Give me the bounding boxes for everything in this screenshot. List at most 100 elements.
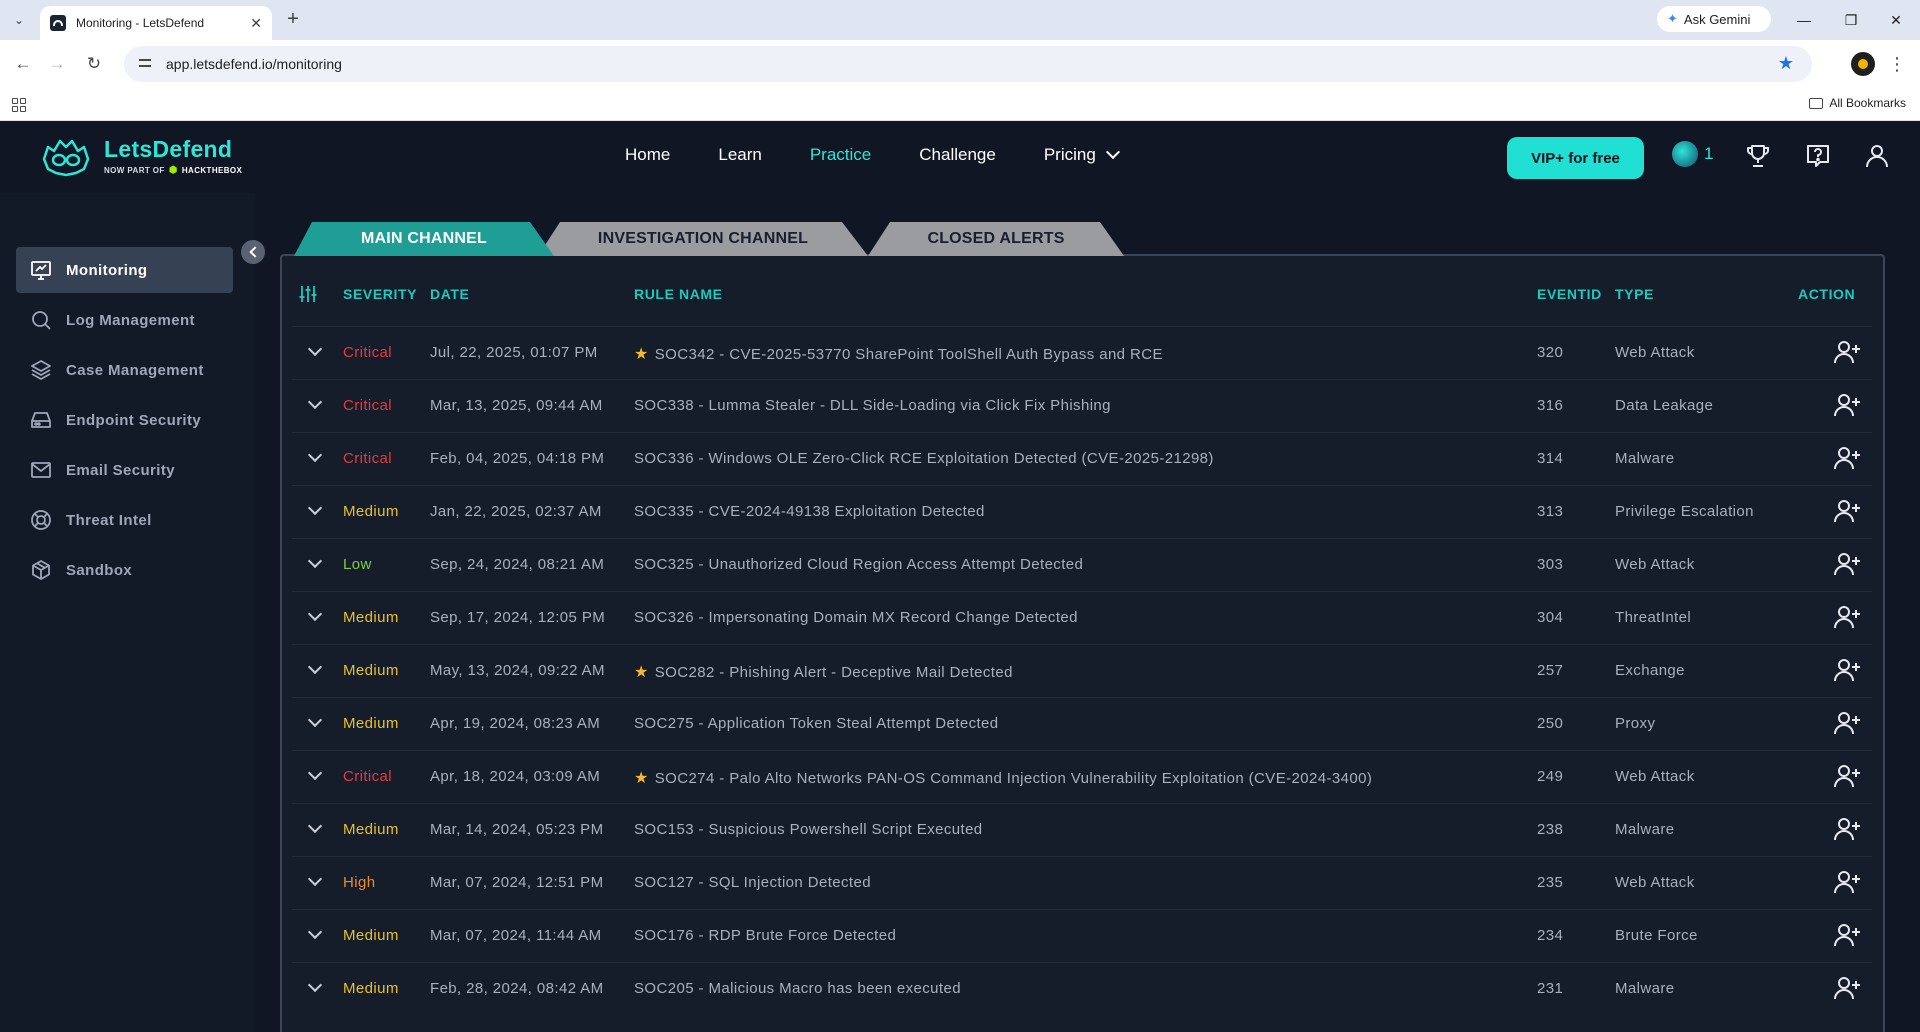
bookmark-star-icon[interactable]: ★	[1778, 53, 1794, 74]
tab-investigation-channel[interactable]: INVESTIGATION CHANNEL	[538, 222, 868, 256]
forward-arrow-icon[interactable]: →	[45, 52, 69, 76]
expand-row-chevron-icon[interactable]	[307, 765, 323, 781]
expand-row-chevron-icon[interactable]	[307, 924, 323, 940]
table-row[interactable]: Critical Jul, 22, 2025, 01:07 PM ★ SOC342 -…	[292, 326, 1872, 379]
address-bar[interactable]: app.letsdefend.io/monitoring ★	[124, 46, 1812, 82]
help-icon[interactable]	[1805, 143, 1831, 169]
tab-search-button[interactable]: ⌄	[7, 8, 31, 32]
header-eventid[interactable]: EVENTID	[1537, 286, 1602, 302]
trophy-icon[interactable]	[1745, 143, 1771, 169]
rule-name-cell[interactable]: ★ SOC282 - Phishing Alert - Deceptive Mai…	[634, 662, 1013, 682]
table-row[interactable]: High Mar, 07, 2024, 12:51 PM SOC127 - SQL …	[292, 856, 1872, 909]
rule-name-cell[interactable]: ★ SOC274 - Palo Alto Networks PAN-OS Comm…	[634, 768, 1372, 788]
address-bar-url[interactable]: app.letsdefend.io/monitoring	[166, 56, 342, 72]
expand-row-chevron-icon[interactable]	[307, 553, 323, 569]
assign-user-add-icon[interactable]	[1834, 816, 1862, 842]
expand-row-chevron-icon[interactable]	[307, 606, 323, 622]
sidebar-item-endpoint-security[interactable]: Endpoint Security	[16, 397, 233, 443]
nav-challenge[interactable]: Challenge	[919, 145, 996, 165]
close-window-button[interactable]: ✕	[1881, 8, 1911, 32]
rule-name-cell[interactable]: SOC127 - SQL Injection Detected	[634, 874, 871, 891]
rule-name-cell[interactable]: SOC325 - Unauthorized Cloud Region Acces…	[634, 556, 1083, 573]
assign-user-add-icon[interactable]	[1834, 392, 1862, 418]
new-tab-button[interactable]: +	[281, 8, 305, 32]
tab-investigation-channel-label: INVESTIGATION CHANNEL	[597, 230, 809, 247]
nav-practice[interactable]: Practice	[810, 145, 871, 165]
assign-user-add-icon[interactable]	[1834, 922, 1862, 948]
browser-tab-active[interactable]: Monitoring - LetsDefend ✕	[40, 6, 272, 40]
rule-name-cell[interactable]: SOC335 - CVE-2024-49138 Exploitation Det…	[634, 503, 985, 520]
assign-user-add-icon[interactable]	[1834, 339, 1862, 365]
assign-user-add-icon[interactable]	[1834, 604, 1862, 630]
assign-user-add-icon[interactable]	[1834, 710, 1862, 736]
expand-row-chevron-icon[interactable]	[307, 341, 323, 357]
tab-main-channel[interactable]: MAIN CHANNEL	[294, 222, 554, 256]
minimize-window-button[interactable]: —	[1789, 8, 1819, 32]
collapse-sidebar-button[interactable]	[241, 240, 265, 264]
ask-gemini-button[interactable]: ✦ Ask Gemini	[1657, 6, 1771, 32]
expand-row-chevron-icon[interactable]	[307, 500, 323, 516]
table-row[interactable]: Medium Feb, 28, 2024, 08:42 AM SOC205 - Ma…	[292, 962, 1872, 1015]
header-date[interactable]: DATE	[430, 286, 469, 302]
expand-row-chevron-icon[interactable]	[307, 712, 323, 728]
reload-icon[interactable]: ↻	[82, 52, 106, 76]
expand-row-chevron-icon[interactable]	[307, 977, 323, 993]
expand-row-chevron-icon[interactable]	[307, 659, 323, 675]
header-rule-name[interactable]: RULE NAME	[634, 286, 723, 302]
rule-name-cell[interactable]: SOC336 - Windows OLE Zero-Click RCE Expl…	[634, 450, 1214, 467]
table-row[interactable]: Medium Mar, 14, 2024, 05:23 PM SOC153 - Su…	[292, 803, 1872, 856]
rule-name-cell[interactable]: SOC176 - RDP Brute Force Detected	[634, 927, 896, 944]
nav-pricing[interactable]: Pricing	[1044, 144, 1120, 165]
rule-name-cell[interactable]: SOC338 - Lumma Stealer - DLL Side-Loadin…	[634, 397, 1111, 414]
table-row[interactable]: Critical Mar, 13, 2025, 09:44 AM SOC338 - …	[292, 379, 1872, 432]
sidebar-item-case-management[interactable]: Case Management	[16, 347, 233, 393]
table-row[interactable]: Medium Sep, 17, 2024, 12:05 PM SOC326 - Im…	[292, 591, 1872, 644]
sidebar-item-log-management[interactable]: Log Management	[16, 297, 233, 343]
browser-menu-icon[interactable]: ⋮	[1885, 52, 1909, 76]
sidebar-item-threat-intel[interactable]: Threat Intel	[16, 497, 233, 543]
sidebar-item-sandbox[interactable]: Sandbox	[16, 547, 233, 593]
assign-user-add-icon[interactable]	[1834, 551, 1862, 577]
rule-name-cell[interactable]: SOC205 - Malicious Macro has been execut…	[634, 980, 961, 997]
globe-badge[interactable]: 1	[1672, 141, 1713, 167]
rule-name-cell[interactable]: SOC153 - Suspicious Powershell Script Ex…	[634, 821, 983, 838]
assign-user-add-icon[interactable]	[1834, 763, 1862, 789]
assign-user-add-icon[interactable]	[1834, 975, 1862, 1001]
vip-free-button[interactable]: VIP+ for free	[1507, 137, 1644, 179]
assign-user-add-icon[interactable]	[1834, 869, 1862, 895]
rule-name-cell[interactable]: SOC275 - Application Token Steal Attempt…	[634, 715, 999, 732]
rule-name-cell[interactable]: SOC326 - Impersonating Domain MX Record …	[634, 609, 1078, 626]
assign-user-add-icon[interactable]	[1834, 445, 1862, 471]
table-row[interactable]: Medium Mar, 07, 2024, 11:44 AM SOC176 - RD…	[292, 909, 1872, 962]
nav-home[interactable]: Home	[625, 145, 670, 165]
table-row[interactable]: Medium Apr, 19, 2024, 08:23 AM SOC275 - Ap…	[292, 697, 1872, 750]
expand-row-chevron-icon[interactable]	[307, 447, 323, 463]
browser-profile-avatar[interactable]	[1851, 52, 1875, 76]
site-info-icon[interactable]	[138, 57, 152, 71]
header-type[interactable]: TYPE	[1615, 286, 1654, 302]
sidebar-item-email-security[interactable]: Email Security	[16, 447, 233, 493]
back-arrow-icon[interactable]: ←	[11, 52, 35, 76]
assign-user-add-icon[interactable]	[1834, 498, 1862, 524]
table-row[interactable]: Critical Feb, 04, 2025, 04:18 PM SOC336 - …	[292, 432, 1872, 485]
header-severity[interactable]: SEVERITY	[343, 286, 417, 302]
letsdefend-logo[interactable]: LetsDefend NOW PART OF ⬢ HACKTHEBOX	[38, 135, 242, 177]
assign-user-add-icon[interactable]	[1834, 657, 1862, 683]
close-tab-icon[interactable]: ✕	[250, 15, 262, 32]
expand-row-chevron-icon[interactable]	[307, 394, 323, 410]
all-bookmarks-button[interactable]: All Bookmarks	[1809, 96, 1906, 110]
restore-window-button[interactable]: ❐	[1836, 8, 1866, 32]
apps-grid-icon[interactable]	[12, 98, 26, 112]
sidebar-item-monitoring[interactable]: Monitoring	[16, 247, 233, 293]
tab-closed-alerts[interactable]: CLOSED ALERTS	[868, 222, 1124, 256]
table-row[interactable]: Critical Apr, 18, 2024, 03:09 AM ★ SOC274 -…	[292, 750, 1872, 803]
expand-row-chevron-icon[interactable]	[307, 871, 323, 887]
expand-row-chevron-icon[interactable]	[307, 818, 323, 834]
column-filter-icon[interactable]	[298, 284, 318, 304]
user-profile-icon[interactable]	[1864, 143, 1890, 169]
nav-learn[interactable]: Learn	[718, 145, 761, 165]
table-row[interactable]: Medium May, 13, 2024, 09:22 AM ★ SOC282 - P…	[292, 644, 1872, 697]
rule-name-cell[interactable]: ★ SOC342 - CVE-2025-53770 SharePoint Tool…	[634, 344, 1163, 364]
table-row[interactable]: Low Sep, 24, 2024, 08:21 AM SOC325 - Unaut…	[292, 538, 1872, 591]
table-row[interactable]: Medium Jan, 22, 2025, 02:37 AM SOC335 - CV…	[292, 485, 1872, 538]
